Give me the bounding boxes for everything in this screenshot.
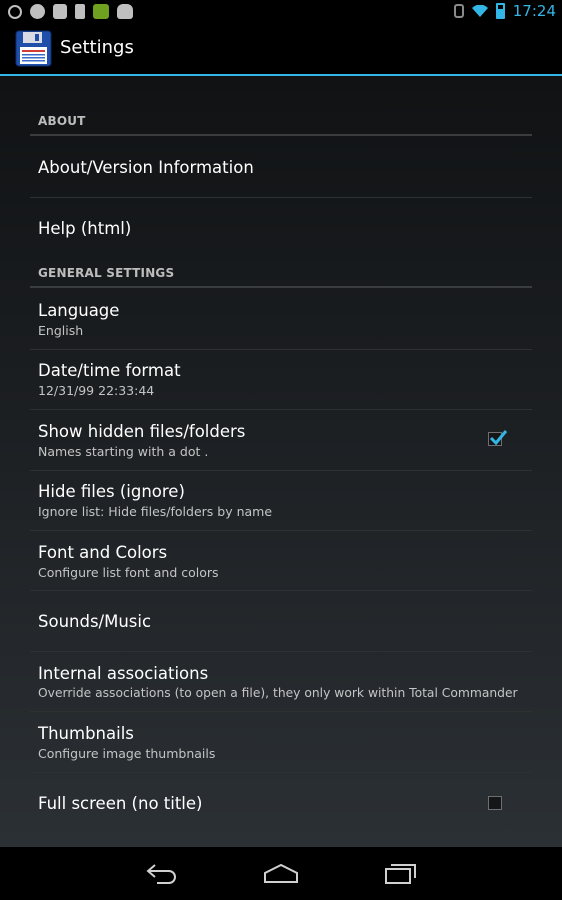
setting-title: Show hidden files/folders <box>38 422 246 441</box>
bluetooth-icon <box>453 4 464 18</box>
row-divider <box>30 590 532 591</box>
setting-title: Date/time format <box>38 361 181 380</box>
row-divider <box>30 530 532 531</box>
setting-summary: Ignore list: Hide files/folders by name <box>38 504 273 519</box>
row-divider <box>30 409 532 410</box>
row-divider <box>30 349 532 350</box>
setting-title: Hide files (ignore) <box>38 482 185 501</box>
section-header-about: ABOUT <box>38 114 86 128</box>
setting-title: About/Version Information <box>38 158 254 177</box>
full-screen-checkbox[interactable] <box>488 796 502 810</box>
setting-title: Font and Colors <box>38 543 168 562</box>
setting-title: Sounds/Music <box>38 612 152 631</box>
setting-title: Language <box>38 301 120 320</box>
sync-icon <box>8 5 22 19</box>
recent-apps-icon[interactable] <box>384 861 418 885</box>
section-divider <box>30 134 532 136</box>
android-icon <box>117 4 133 19</box>
row-divider <box>30 651 532 652</box>
notification-icons <box>8 4 133 19</box>
setting-title: Thumbnails <box>38 724 134 743</box>
show-hidden-checkbox[interactable] <box>488 430 508 446</box>
section-divider <box>30 286 532 288</box>
status-bar: 17:24 <box>0 0 562 24</box>
row-divider <box>30 470 532 471</box>
system-icons: 17:24 <box>453 2 556 20</box>
setting-title: Internal associations <box>38 664 209 683</box>
battery-app-icon <box>93 4 109 19</box>
setting-summary: Override associations (to open a file), … <box>38 686 518 700</box>
navigation-bar <box>0 847 562 900</box>
setting-summary: Names starting with a dot . <box>38 444 209 459</box>
setting-title: Full screen (no title) <box>38 794 203 813</box>
clock: 17:24 <box>512 2 556 20</box>
page-title: Settings <box>60 37 134 58</box>
wifi-icon <box>471 5 488 17</box>
app-icon-grid <box>53 4 67 19</box>
checkmark-icon <box>489 430 508 446</box>
back-icon[interactable] <box>145 861 179 885</box>
adblock-icon <box>30 4 45 19</box>
setting-summary: 12/31/99 22:33:44 <box>38 383 155 398</box>
setting-summary: Configure image thumbnails <box>38 746 216 761</box>
setting-summary: English <box>38 323 84 338</box>
section-header-general: GENERAL SETTINGS <box>38 266 175 280</box>
home-icon[interactable] <box>263 861 299 885</box>
setting-title: Help (html) <box>38 219 132 238</box>
battery-icon <box>495 3 505 19</box>
settings-list[interactable]: ABOUT About/Version Information Help (ht… <box>0 76 562 847</box>
action-bar: Settings <box>0 24 562 74</box>
row-divider <box>30 711 532 712</box>
phone-icon <box>75 4 85 19</box>
setting-summary: Configure list font and colors <box>38 565 219 580</box>
floppy-disk-icon[interactable] <box>15 30 52 67</box>
row-divider <box>30 772 532 773</box>
row-divider <box>30 197 532 198</box>
